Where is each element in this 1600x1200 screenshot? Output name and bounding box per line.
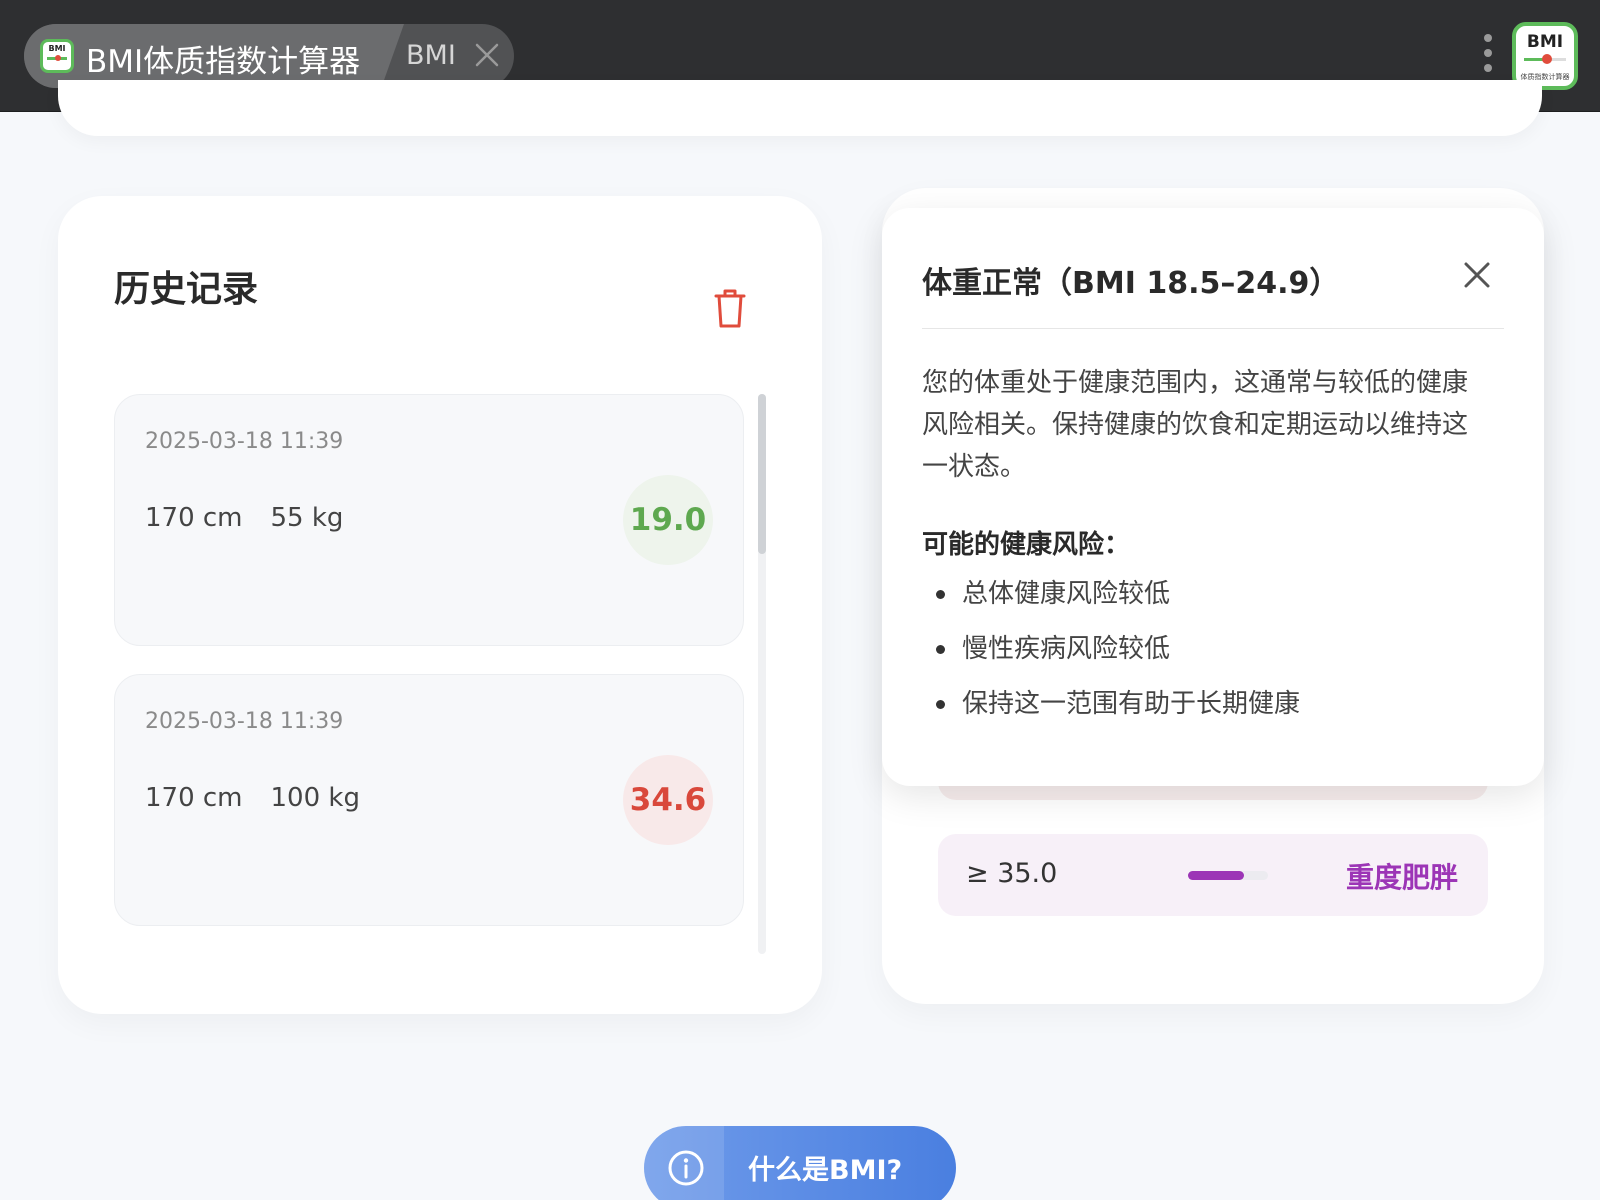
category-row-severe-obese[interactable]: ≥ 35.0 重度肥胖 xyxy=(938,834,1488,916)
history-record[interactable]: 2025-03-18 11:39 170 cm 100 kg 34.6 xyxy=(114,674,744,926)
category-range: ≥ 35.0 xyxy=(966,858,1058,889)
record-weight: 100 kg xyxy=(270,783,360,813)
tab-title: BMI体质指数计算器 xyxy=(86,44,361,80)
info-icon xyxy=(668,1150,704,1186)
risk-list: 总体健康风险较低 慢性疾病风险较低 保持这一范围有助于长期健康 xyxy=(922,574,1300,739)
divider xyxy=(922,328,1504,329)
record-height: 170 cm xyxy=(145,503,243,533)
category-level-fill xyxy=(1188,871,1244,880)
history-scrollbar[interactable] xyxy=(758,394,766,954)
category-level-track xyxy=(1188,871,1268,880)
record-height: 170 cm xyxy=(145,783,243,813)
record-time: 2025-03-18 11:39 xyxy=(145,429,344,454)
record-measurements: 170 cm 55 kg xyxy=(145,503,343,533)
bmi-favicon-icon: BMI xyxy=(40,39,74,73)
record-time: 2025-03-18 11:39 xyxy=(145,709,344,734)
history-card: 历史记录 2025-03-18 11:39 170 cm 55 kg 19.0 2… xyxy=(58,196,822,1014)
risk-heading: 可能的健康风险： xyxy=(922,530,1131,560)
record-measurements: 170 cm 100 kg xyxy=(145,783,360,813)
history-title: 历史记录 xyxy=(114,269,259,310)
record-bmi-badge: 34.6 xyxy=(623,755,713,845)
history-record[interactable]: 2025-03-18 11:39 170 cm 55 kg 19.0 xyxy=(114,394,744,646)
record-bmi-badge: 19.0 xyxy=(623,475,713,565)
what-is-bmi-label: 什么是BMI? xyxy=(748,1155,903,1186)
popover-title: 体重正常（BMI 18.5–24.9） xyxy=(922,266,1340,301)
trash-icon[interactable] xyxy=(710,286,750,330)
more-options-icon[interactable] xyxy=(1484,34,1494,76)
bmi-info-popover: 体重正常（BMI 18.5–24.9） 您的体重处于健康范围内，这通常与较低的健… xyxy=(882,208,1544,786)
risk-item: 总体健康风险较低 xyxy=(922,574,1300,629)
popover-description: 您的体重处于健康范围内，这通常与较低的健康风险相关。保持健康的饮食和定期运动以维… xyxy=(922,368,1469,482)
what-is-bmi-button[interactable]: 什么是BMI? xyxy=(644,1126,956,1200)
calculator-card xyxy=(58,80,1542,136)
close-icon[interactable] xyxy=(472,40,502,70)
tab-subtitle[interactable]: BMI xyxy=(406,40,456,71)
risk-item: 保持这一范围有助于长期健康 xyxy=(922,684,1300,739)
close-icon[interactable] xyxy=(1462,260,1492,290)
tab-strip: BMI BMI体质指数计算器 BMI xyxy=(24,24,514,88)
risk-item: 慢性疾病风险较低 xyxy=(922,629,1300,684)
record-weight: 55 kg xyxy=(270,503,344,533)
category-label: 重度肥胖 xyxy=(1345,861,1458,894)
